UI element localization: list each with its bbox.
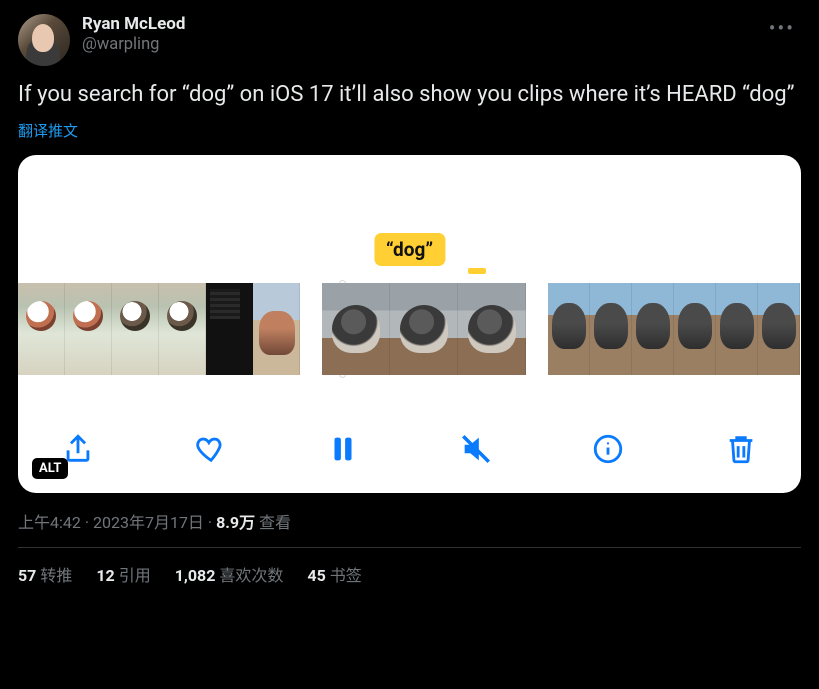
timestamp[interactable]: 上午4:42	[18, 513, 81, 532]
clip-group-1[interactable]	[18, 283, 300, 375]
views-count: 8.9万	[216, 513, 255, 532]
avatar[interactable]	[18, 14, 70, 66]
clip-thumb[interactable]	[112, 283, 159, 375]
likes-stat[interactable]: 1,082喜欢次数	[175, 562, 284, 586]
clip-thumb[interactable]	[632, 283, 674, 375]
meta-line: 上午4:42 · 2023年7月17日 · 8.9万 查看	[18, 509, 801, 533]
trash-icon[interactable]	[721, 429, 761, 469]
divider	[18, 547, 801, 548]
retweets-stat[interactable]: 57转推	[18, 562, 72, 586]
translate-link[interactable]: 翻译推文	[18, 120, 801, 141]
display-name: Ryan McLeod	[82, 14, 763, 34]
clip-thumb[interactable]	[590, 283, 632, 375]
clip-thumb[interactable]	[458, 283, 526, 375]
info-icon[interactable]	[588, 429, 628, 469]
pause-icon[interactable]	[323, 429, 363, 469]
clip-thumb[interactable]	[206, 283, 253, 375]
quotes-stat[interactable]: 12引用	[96, 562, 150, 586]
clip-thumb[interactable]	[322, 283, 390, 375]
tweet-container: Ryan McLeod @warpling ••• If you search …	[0, 0, 819, 598]
author-block[interactable]: Ryan McLeod @warpling	[82, 14, 763, 54]
video-scrubber-strip[interactable]	[18, 283, 801, 375]
bookmarks-stat[interactable]: 45书签	[307, 562, 361, 586]
clip-thumb[interactable]	[390, 283, 458, 375]
views-label: 查看	[255, 513, 291, 532]
clip-thumb[interactable]	[253, 283, 300, 375]
stats-row: 57转推 12引用 1,082喜欢次数 45书签	[18, 562, 801, 586]
search-match-tag: “dog”	[374, 233, 445, 266]
media-card[interactable]: “dog”	[18, 155, 801, 493]
clip-thumb[interactable]	[758, 283, 800, 375]
clip-group-3[interactable]	[548, 283, 800, 375]
date[interactable]: 2023年7月17日	[93, 513, 204, 532]
clip-group-2[interactable]	[322, 283, 526, 375]
media-toolbar	[18, 429, 801, 469]
clip-thumb[interactable]	[65, 283, 112, 375]
handle: @warpling	[82, 35, 763, 54]
more-icon[interactable]: •••	[763, 14, 801, 42]
alt-badge[interactable]: ALT	[32, 458, 68, 479]
heart-icon[interactable]	[191, 429, 231, 469]
clip-thumb[interactable]	[716, 283, 758, 375]
clip-thumb[interactable]	[18, 283, 65, 375]
tag-indicator	[468, 268, 486, 274]
tweet-header: Ryan McLeod @warpling •••	[18, 14, 801, 66]
clip-thumb[interactable]	[159, 283, 206, 375]
mute-icon[interactable]	[456, 429, 496, 469]
clip-thumb[interactable]	[674, 283, 716, 375]
tweet-text: If you search for “dog” on iOS 17 it’ll …	[18, 80, 801, 110]
clip-thumb[interactable]	[548, 283, 590, 375]
